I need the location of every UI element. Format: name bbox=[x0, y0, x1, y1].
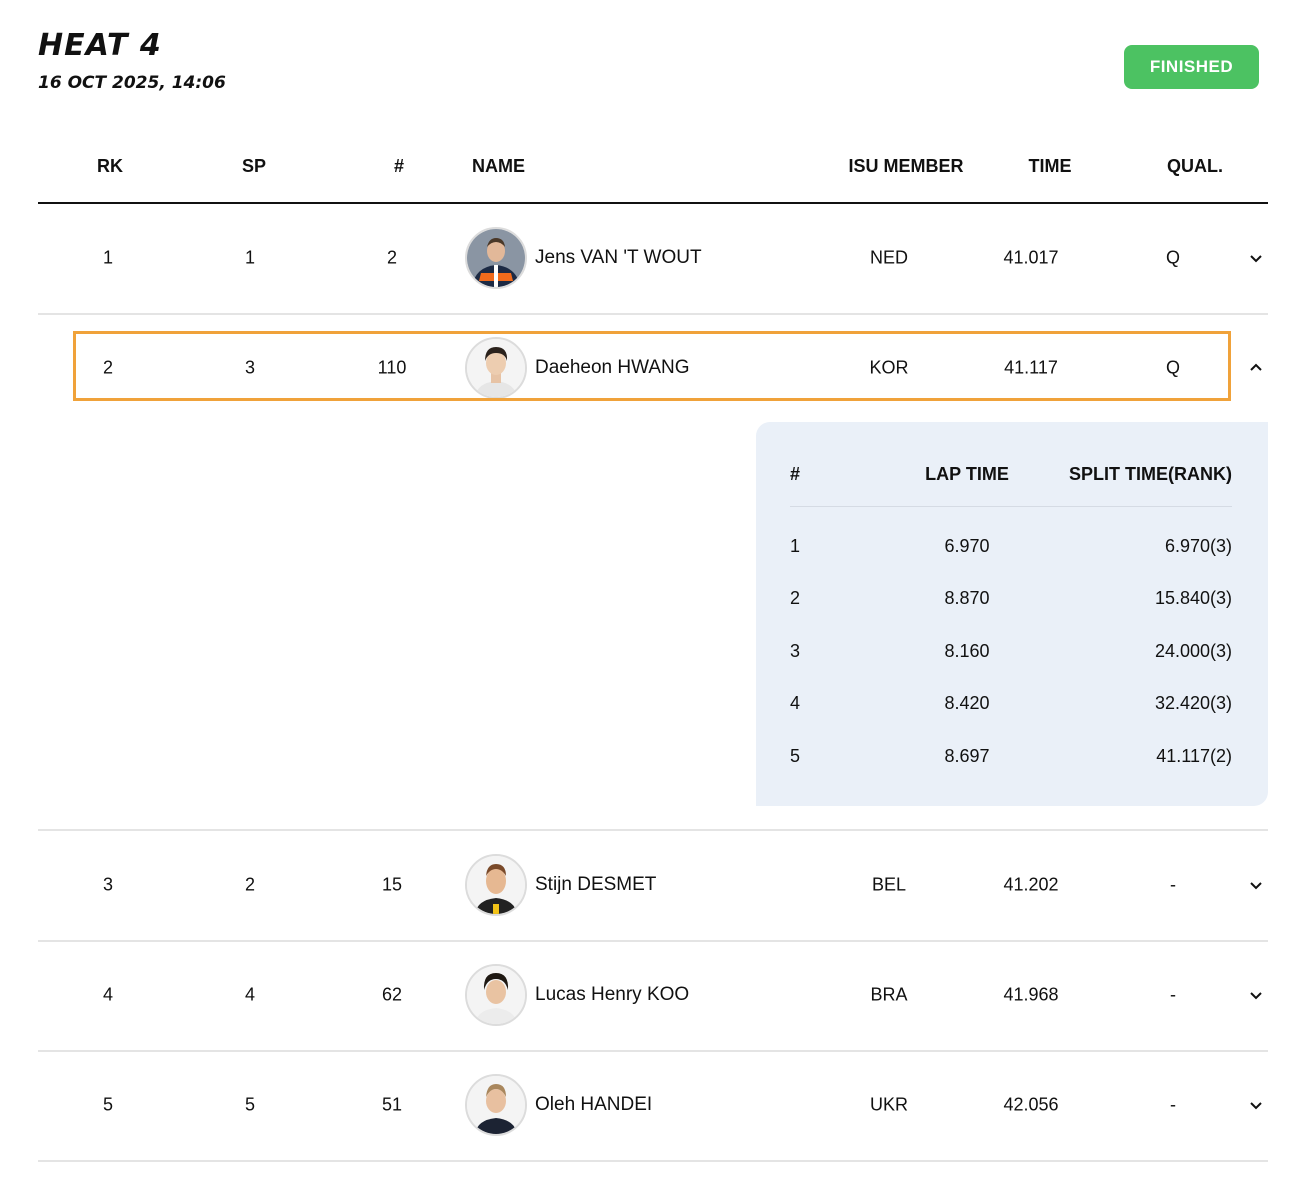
athlete-name[interactable]: Lucas Henry KOO bbox=[535, 984, 689, 1006]
start-position-cell: 4 bbox=[244, 984, 256, 1005]
split-time: 24.000(3) bbox=[1154, 641, 1232, 661]
lap-number: 1 bbox=[790, 536, 801, 556]
lap-number: 5 bbox=[790, 746, 801, 766]
lap-number: 3 bbox=[790, 641, 801, 661]
start-position-cell: 2 bbox=[244, 874, 256, 895]
result-row[interactable]: 3 2 15 Stijn DESMET BEL 41.202 - bbox=[38, 830, 1268, 942]
bib-number-cell: 62 bbox=[381, 984, 403, 1005]
rank-cell: 1 bbox=[102, 247, 114, 268]
splits-header-divider bbox=[790, 506, 1232, 507]
bib-number-cell: 110 bbox=[377, 357, 407, 378]
heat-datetime: 16 OCT 2025, 14:06 bbox=[38, 73, 226, 93]
chevron-down-icon[interactable] bbox=[1248, 250, 1264, 266]
results-table-header: RK SP # NAME ISU MEMBER TIME QUAL. bbox=[38, 140, 1268, 204]
qualification-cell: Q bbox=[1165, 247, 1181, 268]
splits-header-split-time: SPLIT TIME(RANK) bbox=[1069, 464, 1232, 484]
column-header-bib-number[interactable]: # bbox=[394, 156, 404, 177]
time-cell: 41.202 bbox=[1003, 874, 1059, 895]
rank-cell: 4 bbox=[102, 984, 114, 1005]
bib-number-cell: 51 bbox=[381, 1094, 403, 1115]
result-row-summary[interactable]: 2 3 110 Daeheon HWANG KOR 41.117 Q bbox=[38, 313, 1268, 423]
qualification-cell: - bbox=[1170, 874, 1176, 895]
column-header-isu-member[interactable]: ISU MEMBER bbox=[848, 156, 963, 177]
rank-cell: 2 bbox=[102, 357, 114, 378]
lap-number: 2 bbox=[790, 588, 801, 608]
athlete-avatar bbox=[465, 337, 527, 399]
athlete-name[interactable]: Jens VAN 'T WOUT bbox=[535, 247, 702, 269]
rank-cell: 5 bbox=[102, 1094, 114, 1115]
athlete-name[interactable]: Oleh HANDEI bbox=[535, 1094, 652, 1116]
result-row[interactable]: 4 4 62 Lucas Henry KOO BRA 41.968 - bbox=[38, 940, 1268, 1052]
athlete-avatar bbox=[465, 1074, 527, 1136]
lap-time: 8.870 bbox=[944, 588, 990, 608]
lap-splits-panel: # LAP TIME SPLIT TIME(RANK) 1 6.970 6.97… bbox=[756, 422, 1268, 806]
time-cell: 41.117 bbox=[1004, 357, 1058, 378]
result-row[interactable]: 5 5 51 Oleh HANDEI UKR 42.056 - bbox=[38, 1050, 1268, 1162]
split-time: 41.117(2) bbox=[1156, 746, 1232, 766]
qualification-cell: - bbox=[1170, 984, 1176, 1005]
split-time: 32.420(3) bbox=[1154, 693, 1232, 713]
lap-time: 6.970 bbox=[944, 536, 990, 556]
splits-header-lap: # bbox=[790, 464, 801, 484]
column-header-time[interactable]: TIME bbox=[1029, 156, 1072, 177]
split-time: 6.970(3) bbox=[1164, 536, 1232, 556]
time-cell: 41.968 bbox=[1003, 984, 1059, 1005]
start-position-cell: 1 bbox=[244, 247, 256, 268]
rank-cell: 3 bbox=[102, 874, 114, 895]
bib-number-cell: 15 bbox=[381, 874, 403, 895]
athlete-name[interactable]: Stijn DESMET bbox=[535, 874, 656, 896]
lap-time: 8.160 bbox=[944, 641, 990, 661]
lap-number: 4 bbox=[790, 693, 801, 713]
qualification-cell: Q bbox=[1165, 357, 1181, 378]
isu-member-cell: KOR bbox=[869, 357, 909, 378]
lap-time: 8.420 bbox=[944, 693, 990, 713]
status-badge: FINISHED bbox=[1124, 45, 1259, 89]
chevron-down-icon[interactable] bbox=[1248, 987, 1264, 1003]
splits-header-lap-time: LAP TIME bbox=[925, 464, 1009, 484]
athlete-avatar bbox=[465, 964, 527, 1026]
isu-member-cell: BEL bbox=[871, 874, 907, 895]
isu-member-cell: BRA bbox=[870, 984, 908, 1005]
column-header-start-position[interactable]: SP bbox=[242, 156, 266, 177]
start-position-cell: 5 bbox=[244, 1094, 256, 1115]
athlete-avatar bbox=[465, 854, 527, 916]
split-time: 15.840(3) bbox=[1154, 588, 1232, 608]
column-header-rank[interactable]: RK bbox=[97, 156, 123, 177]
athlete-avatar bbox=[465, 227, 527, 289]
isu-member-cell: NED bbox=[869, 247, 909, 268]
athlete-name[interactable]: Daeheon HWANG bbox=[535, 357, 690, 379]
result-row[interactable]: 1 1 2 Jens VAN 'T WOUT NED 41.017 Q bbox=[38, 203, 1268, 315]
column-header-name[interactable]: NAME bbox=[472, 156, 525, 177]
time-cell: 42.056 bbox=[1003, 1094, 1059, 1115]
isu-member-cell: UKR bbox=[869, 1094, 909, 1115]
column-header-qualification[interactable]: QUAL. bbox=[1167, 156, 1223, 177]
chevron-down-icon[interactable] bbox=[1248, 877, 1264, 893]
heat-title: HEAT 4 bbox=[38, 28, 162, 63]
bib-number-cell: 2 bbox=[386, 247, 398, 268]
lap-time: 8.697 bbox=[944, 746, 990, 766]
time-cell: 41.017 bbox=[1003, 247, 1059, 268]
chevron-up-icon[interactable] bbox=[1248, 360, 1264, 376]
start-position-cell: 3 bbox=[244, 357, 256, 378]
qualification-cell: - bbox=[1170, 1094, 1176, 1115]
chevron-down-icon[interactable] bbox=[1248, 1097, 1264, 1113]
